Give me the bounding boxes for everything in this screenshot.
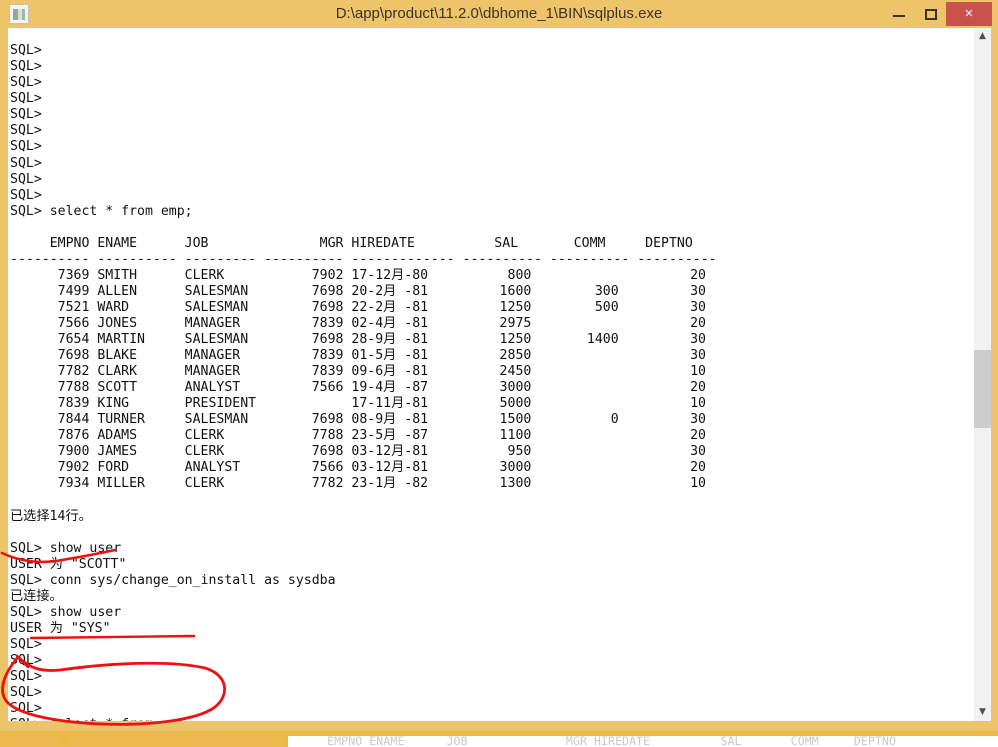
close-icon: ×: [964, 5, 974, 22]
vertical-scrollbar[interactable]: ▲ ▼: [974, 28, 991, 721]
close-button[interactable]: ×: [946, 2, 992, 26]
background-window-tab[interactable]: [60, 736, 69, 745]
scroll-down-icon[interactable]: ▼: [974, 704, 991, 721]
title-bar[interactable]: D:\app\product\11.2.0\dbhome_1\BIN\sqlpl…: [0, 0, 998, 28]
screen: EMPNO ENAME JOB MGR HIREDATE SAL COMM DE…: [0, 0, 998, 747]
sqlplus-window: D:\app\product\11.2.0\dbhome_1\BIN\sqlpl…: [0, 0, 998, 731]
minimize-icon: [893, 15, 905, 17]
maximize-icon: [925, 9, 937, 20]
terminal-output[interactable]: SQL> SQL> SQL> SQL> SQL> SQL> SQL> SQL> …: [8, 28, 991, 721]
scroll-up-icon[interactable]: ▲: [974, 28, 991, 45]
scrollbar-thumb[interactable]: [974, 350, 991, 428]
maximize-button[interactable]: [916, 0, 946, 28]
window-title: D:\app\product\11.2.0\dbhome_1\BIN\sqlpl…: [335, 5, 663, 22]
background-window-header: EMPNO ENAME JOB MGR HIREDATE SAL COMM DE…: [292, 734, 897, 747]
terminal-text: SQL> SQL> SQL> SQL> SQL> SQL> SQL> SQL> …: [10, 43, 717, 721]
minimize-button[interactable]: [882, 0, 916, 28]
console-frame: SQL> SQL> SQL> SQL> SQL> SQL> SQL> SQL> …: [0, 28, 998, 731]
